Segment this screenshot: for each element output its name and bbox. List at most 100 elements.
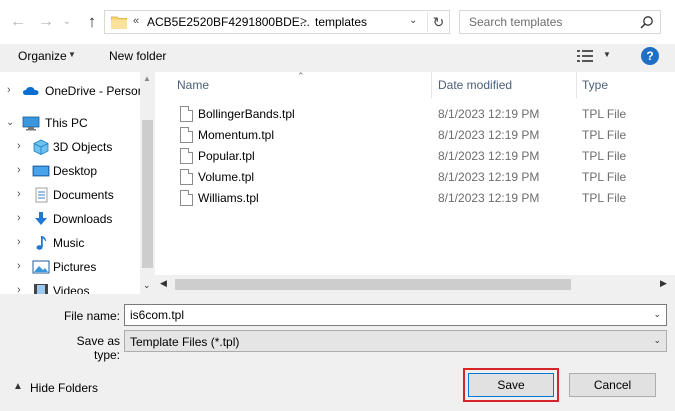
chevron-right-icon[interactable]: ›	[17, 212, 21, 224]
breadcrumb-overflow[interactable]: «	[133, 15, 139, 27]
file-date: 8/1/2023 12:19 PM	[438, 107, 540, 121]
nav-item-desktop[interactable]: › Desktop	[0, 160, 140, 182]
address-row: ← → ⌄ ↑ « ACB5E2520BF4291800BDE... > tem…	[0, 0, 675, 44]
navigation-pane[interactable]: › OneDrive - Persor ⌄ This PC › 3D Objec…	[0, 72, 155, 294]
file-icon	[180, 106, 193, 122]
scrollbar-thumb[interactable]	[175, 279, 571, 290]
nav-item-pictures[interactable]: › Pictures	[0, 256, 140, 278]
save-button[interactable]: Save	[468, 373, 554, 397]
file-name: Volume.tpl	[198, 170, 255, 184]
file-row[interactable]: BollingerBands.tpl 8/1/2023 12:19 PM TPL…	[155, 104, 675, 125]
chevron-right-icon[interactable]: ›	[17, 164, 21, 176]
chevron-down-icon[interactable]: ⌄	[653, 335, 661, 346]
nav-item-label: Music	[53, 236, 85, 250]
nav-item-label: Documents	[53, 188, 114, 202]
file-row[interactable]: Momentum.tpl 8/1/2023 12:19 PM TPL File	[155, 125, 675, 146]
chevron-right-icon[interactable]: ›	[17, 284, 21, 294]
forward-arrow-icon[interactable]: →	[36, 12, 56, 32]
chevron-down-icon[interactable]: ⌄	[6, 117, 14, 128]
nav-pane-scrollbar[interactable]: ▲ ⌄	[140, 72, 155, 294]
organize-button[interactable]: Organize	[18, 49, 67, 63]
nav-item-documents[interactable]: › Documents	[0, 184, 140, 206]
view-details-icon[interactable]	[577, 49, 593, 63]
chevron-down-icon[interactable]: ⌄	[409, 15, 417, 26]
chevron-right-icon[interactable]: ›	[17, 140, 21, 152]
nav-item-label: OneDrive - Persor	[45, 84, 142, 98]
hide-folders-button[interactable]: ▲ Hide Folders	[10, 380, 110, 398]
chevron-right-icon[interactable]: ›	[17, 188, 21, 200]
file-icon	[180, 190, 193, 206]
caret-down-icon[interactable]: ▼	[68, 50, 76, 59]
file-row[interactable]: Williams.tpl 8/1/2023 12:19 PM TPL File	[155, 188, 675, 209]
documents-icon	[35, 187, 48, 203]
file-type: TPL File	[582, 149, 627, 163]
column-header-name[interactable]: Name	[177, 78, 209, 92]
nav-item-label: This PC	[45, 116, 88, 130]
file-list[interactable]: ⌃ Name Date modified Type BollingerBands…	[155, 71, 675, 294]
file-name: Williams.tpl	[198, 191, 259, 205]
breadcrumb-separator[interactable]: >	[300, 14, 307, 28]
save-as-type-label: Save as type:	[76, 334, 120, 362]
save-as-type-select[interactable]: Template Files (*.tpl) ⌄	[124, 330, 667, 352]
nav-item-downloads[interactable]: › Downloads	[0, 208, 140, 230]
hide-folders-label: Hide Folders	[30, 381, 99, 395]
file-name: Momentum.tpl	[198, 128, 275, 142]
chevron-down-icon[interactable]: ⌄	[143, 280, 151, 291]
cloud-icon	[23, 86, 39, 95]
scrollbar-thumb[interactable]	[142, 120, 153, 268]
computer-icon	[22, 116, 40, 131]
nav-item-label: Desktop	[53, 164, 98, 178]
file-row[interactable]: Popular.tpl 8/1/2023 12:19 PM TPL File	[155, 146, 675, 167]
command-bar: Organize ▼ New folder ▼ ?	[0, 44, 675, 70]
chevron-right-icon[interactable]: ▶	[660, 278, 667, 289]
column-header-date-modified[interactable]: Date modified	[438, 78, 512, 92]
chevron-down-icon[interactable]: ⌄	[653, 309, 661, 320]
refresh-icon[interactable]: ↻	[427, 12, 449, 32]
scroll-up-icon[interactable]: ▲	[143, 74, 151, 83]
save-as-type-value: Template Files (*.tpl)	[130, 335, 240, 349]
recent-locations-chevron-icon[interactable]: ⌄	[60, 12, 74, 32]
nav-item-music[interactable]: › Music	[0, 232, 140, 254]
breadcrumb-current-folder[interactable]: templates	[315, 15, 367, 29]
up-arrow-icon[interactable]: ↑	[82, 12, 102, 32]
file-date: 8/1/2023 12:19 PM	[438, 170, 540, 184]
caret-down-icon[interactable]: ▼	[603, 50, 611, 59]
nav-item-videos[interactable]: › Videos	[0, 280, 140, 294]
chevron-right-icon[interactable]: ›	[7, 84, 11, 96]
address-bar[interactable]: « ACB5E2520BF4291800BDE... > templates ⌄…	[104, 10, 450, 34]
search-box[interactable]	[459, 10, 661, 34]
column-header-type[interactable]: Type	[582, 78, 608, 92]
nav-item-3d-objects[interactable]: › 3D Objects	[0, 136, 140, 158]
search-icon[interactable]	[640, 15, 654, 29]
column-divider[interactable]	[431, 72, 432, 98]
horizontal-scrollbar[interactable]: ◀ ▶	[155, 275, 675, 294]
pictures-icon	[32, 260, 50, 274]
chevron-right-icon[interactable]: ›	[17, 260, 21, 272]
file-date: 8/1/2023 12:19 PM	[438, 191, 540, 205]
film-icon	[34, 284, 48, 294]
file-icon	[180, 127, 193, 143]
file-row[interactable]: Volume.tpl 8/1/2023 12:19 PM TPL File	[155, 167, 675, 188]
file-name-field[interactable]: ⌄	[124, 304, 667, 326]
chevron-right-icon[interactable]: ›	[17, 236, 21, 248]
search-input[interactable]	[467, 12, 637, 32]
cube-icon	[33, 139, 49, 155]
file-date: 8/1/2023 12:19 PM	[438, 128, 540, 142]
folder-icon	[111, 16, 127, 29]
save-button-highlight: Save	[463, 368, 559, 402]
file-type: TPL File	[582, 170, 627, 184]
file-name: BollingerBands.tpl	[198, 107, 295, 121]
help-icon[interactable]: ?	[641, 47, 659, 65]
nav-item-onedrive[interactable]: › OneDrive - Persor	[0, 80, 142, 102]
file-name-input[interactable]	[128, 306, 638, 324]
column-divider[interactable]	[576, 72, 577, 98]
nav-item-label: Downloads	[53, 212, 113, 226]
cancel-button[interactable]: Cancel	[569, 373, 656, 397]
back-arrow-icon[interactable]: ←	[8, 12, 28, 32]
new-folder-button[interactable]: New folder	[109, 49, 166, 63]
breadcrumb-parent-folder[interactable]: ACB5E2520BF4291800BDE...	[147, 15, 310, 29]
file-icon	[180, 148, 193, 164]
chevron-left-icon[interactable]: ◀	[160, 278, 167, 289]
nav-item-this-pc[interactable]: ⌄ This PC	[0, 112, 140, 134]
chevron-up-icon: ▲	[13, 381, 23, 392]
